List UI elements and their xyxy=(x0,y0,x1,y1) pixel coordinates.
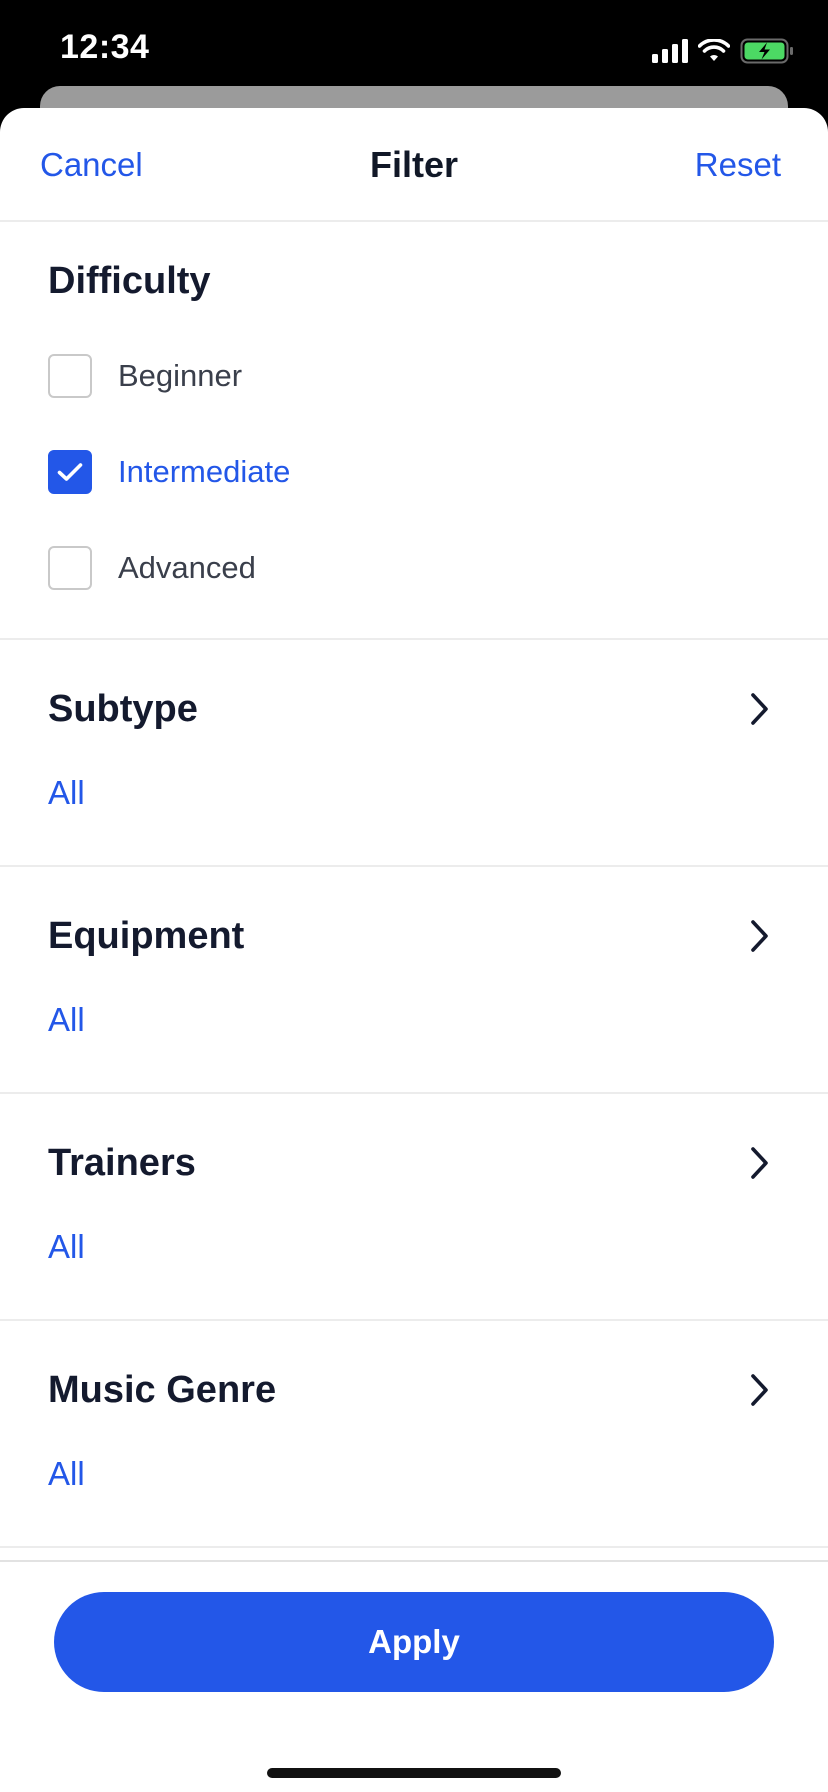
option-beginner[interactable]: Beginner xyxy=(48,352,242,400)
equipment-row[interactable]: Equipment All xyxy=(0,867,828,1094)
row-value: All xyxy=(48,1001,85,1038)
checkbox-intermediate[interactable] xyxy=(48,450,92,494)
chevron-right-icon xyxy=(751,693,768,725)
home-indicator xyxy=(267,1768,561,1778)
row-heading: Trainers xyxy=(48,1142,196,1184)
row-value: All xyxy=(48,1455,85,1492)
option-advanced[interactable]: Advanced xyxy=(48,544,256,592)
option-intermediate[interactable]: Intermediate xyxy=(48,448,290,496)
music-genre-row[interactable]: Music Genre All xyxy=(0,1321,828,1548)
chevron-right-icon xyxy=(751,920,768,952)
checkbox-advanced[interactable] xyxy=(48,546,92,590)
reset-button[interactable]: Reset xyxy=(695,146,781,184)
difficulty-heading: Difficulty xyxy=(48,260,211,302)
row-value: All xyxy=(48,774,85,811)
status-time: 12:34 xyxy=(60,28,150,66)
nav-bar: Cancel Filter Reset xyxy=(0,108,828,222)
row-value: All xyxy=(48,1228,85,1265)
option-label: Beginner xyxy=(118,358,243,393)
wifi-icon xyxy=(698,39,730,61)
trainers-row[interactable]: Trainers All xyxy=(0,1094,828,1321)
filter-sheet: Cancel Filter Reset Difficulty Beginner … xyxy=(0,108,828,1792)
row-heading: Equipment xyxy=(48,915,245,957)
difficulty-section: Difficulty Beginner Intermediate Advance… xyxy=(0,222,828,640)
chevron-right-icon xyxy=(751,1147,768,1179)
chevron-right-icon xyxy=(751,1374,768,1406)
checkbox-beginner[interactable] xyxy=(48,354,92,398)
apply-button[interactable]: Apply xyxy=(54,1592,774,1692)
subtype-row[interactable]: Subtype All xyxy=(0,640,828,867)
battery-icon xyxy=(740,38,793,64)
footer: Apply xyxy=(0,1560,828,1792)
status-icons xyxy=(652,34,794,68)
status-bar: 12:34 xyxy=(0,0,828,100)
row-heading: Subtype xyxy=(48,688,198,730)
option-label: Advanced xyxy=(118,550,256,585)
signal-icon xyxy=(652,39,688,63)
checkmark-icon xyxy=(57,463,83,481)
row-heading: Music Genre xyxy=(48,1369,277,1411)
option-label: Intermediate xyxy=(118,454,291,489)
